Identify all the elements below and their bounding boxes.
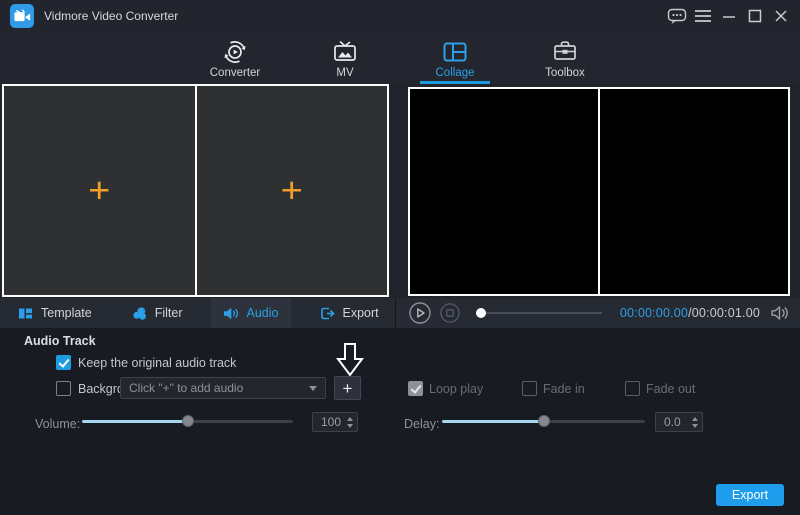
video-preview [408,87,790,296]
progress-thumb[interactable] [476,308,486,318]
loop-play-checkbox[interactable] [408,381,423,396]
audio-track-panel: Audio Track Keep the original audio trac… [0,328,800,515]
app-logo-icon [10,4,34,28]
preview-cell-1 [410,89,600,294]
volume-spinner-arrows[interactable] [342,413,357,431]
titlebar: Vidmore Video Converter [0,0,800,32]
nav-label-collage: Collage [436,67,475,79]
export-icon [319,306,335,321]
collage-icon [442,38,468,65]
time-total: 00:00:01.00 [692,306,760,320]
nav-label-converter: Converter [210,67,261,79]
stop-button[interactable] [440,303,460,323]
volume-label: Volume: [35,417,80,431]
tab-template[interactable]: Template [6,298,104,328]
template-icon [18,306,33,321]
tab-label-audio: Audio [247,306,279,320]
add-video-icon[interactable]: + [281,177,303,205]
mv-icon [332,38,358,65]
window-title: Vidmore Video Converter [44,9,178,23]
nav-item-collage[interactable]: Collage [419,32,491,84]
window-controls [664,0,800,32]
time-display: 00:00:00.00/00:00:01.00 [620,306,760,320]
minimize-button[interactable] [716,0,742,32]
tab-label-filter: Filter [155,306,183,320]
delay-slider[interactable] [442,414,645,428]
spinner-up-icon[interactable] [692,417,698,421]
tab-audio[interactable]: Audio [211,298,291,328]
player-controls: 00:00:00.00/00:00:01.00 [400,298,800,328]
volume-value[interactable]: 100 [313,413,342,431]
tool-strip: Template Filter Audio [0,298,800,328]
progress-track[interactable] [486,312,602,314]
app-window: Vidmore Video Converter [0,0,800,515]
keep-original-checkbox[interactable] [56,355,71,370]
delay-spinner-arrows[interactable] [687,413,702,431]
menu-icon[interactable] [690,0,716,32]
fade-in-label: Fade in [543,382,585,396]
volume-spinner[interactable]: 100 [312,412,358,432]
strip-divider [395,298,396,328]
spinner-down-icon[interactable] [692,424,698,428]
close-button[interactable] [768,0,794,32]
tab-export[interactable]: Export [307,298,391,328]
fade-out-label: Fade out [646,382,695,396]
feedback-icon[interactable] [664,0,690,32]
background-music-checkbox[interactable] [56,381,71,396]
dropdown-placeholder: Click "+" to add audio [129,381,309,395]
keep-original-label: Keep the original audio track [78,356,236,370]
export-button[interactable]: Export [716,484,784,506]
volume-icon[interactable] [770,304,790,322]
nav-label-toolbox: Toolbox [545,67,585,79]
maximize-button[interactable] [742,0,768,32]
volume-slider[interactable] [82,414,293,428]
background-music-dropdown[interactable]: Click "+" to add audio [120,377,326,399]
fade-in-checkbox[interactable] [522,381,537,396]
collage-editor: + + [2,84,389,297]
play-button[interactable] [409,302,431,324]
nav-label-mv: MV [336,67,353,79]
tab-label-template: Template [41,306,92,320]
chevron-down-icon [309,386,317,391]
collage-cell-2[interactable]: + [197,86,388,295]
delay-label: Delay: [404,417,439,431]
converter-icon [222,38,248,65]
spinner-up-icon[interactable] [347,417,353,421]
nav-item-mv[interactable]: MV [309,32,381,84]
collage-cell-1[interactable]: + [4,86,197,295]
delay-slider-thumb[interactable] [538,415,550,427]
time-current: 00:00:00.00 [620,306,688,320]
add-video-icon[interactable]: + [88,177,110,205]
toolbox-icon [552,38,578,65]
delay-value[interactable]: 0.0 [656,413,687,431]
preview-cell-2 [600,89,788,294]
nav-item-converter[interactable]: Converter [199,32,271,84]
delay-spinner[interactable]: 0.0 [655,412,703,432]
section-title: Audio Track [24,334,96,348]
fade-out-checkbox[interactable] [625,381,640,396]
tab-filter[interactable]: Filter [120,298,195,328]
audio-icon [223,306,239,321]
filter-icon [132,306,147,321]
main-nav: Converter MV Collage [0,32,800,84]
nav-item-toolbox[interactable]: Toolbox [529,32,601,84]
add-audio-button[interactable]: + [334,376,361,400]
editor-tabs: Template Filter Audio [0,298,391,328]
tab-label-export: Export [343,306,379,320]
spinner-down-icon[interactable] [347,424,353,428]
loop-play-label: Loop play [429,382,483,396]
volume-slider-thumb[interactable] [182,415,194,427]
content-area: + + [0,84,800,298]
